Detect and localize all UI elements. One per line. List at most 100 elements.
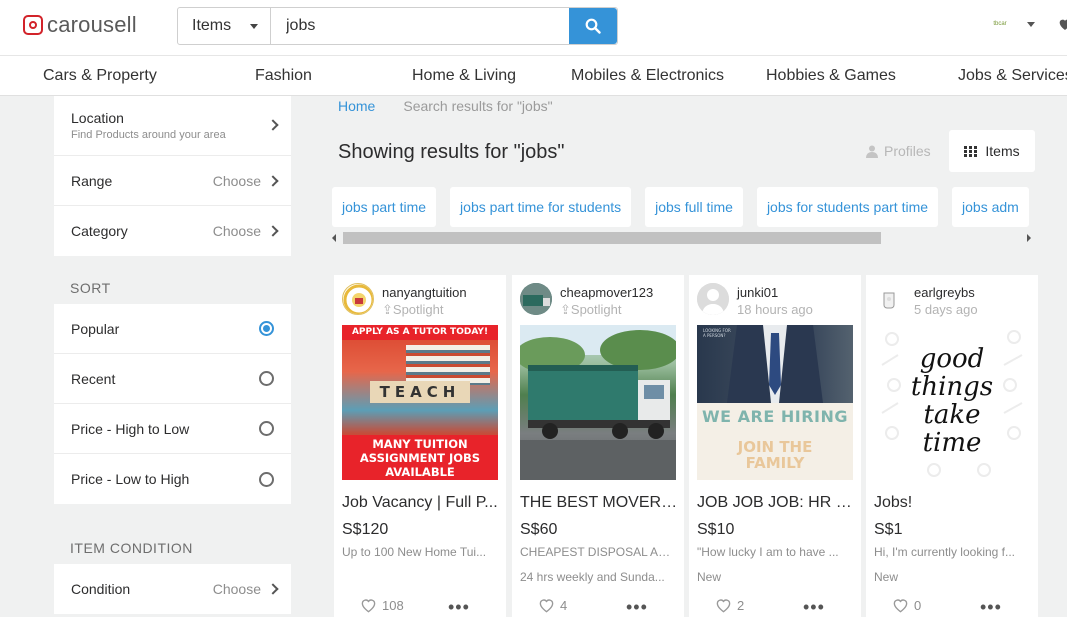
caret-down-icon: [250, 24, 258, 29]
heart-outline-icon: [893, 599, 908, 613]
condition-section-title: ITEM CONDITION: [54, 504, 291, 564]
nav-fashion[interactable]: Fashion: [255, 67, 312, 85]
search-category-select[interactable]: Items: [178, 8, 271, 44]
seller-avatar[interactable]: [520, 283, 552, 315]
search-icon: [585, 18, 601, 34]
listing-image[interactable]: good things take time: [874, 325, 1030, 480]
search-bar: Items: [177, 7, 618, 45]
likes-heart-icon[interactable]: [1057, 16, 1067, 32]
listing-description: CHEAPEST DISPOSAL AN...: [520, 545, 676, 559]
chevron-right-icon: [267, 119, 279, 131]
chips-scrollbar[interactable]: [332, 230, 1036, 246]
listing-image[interactable]: APPLY AS A TUTOR TODAY! TEACH MANY TUITI…: [342, 325, 498, 480]
search-input[interactable]: [271, 8, 569, 44]
listing-title[interactable]: Jobs!: [874, 494, 1034, 512]
seller-avatar[interactable]: [342, 283, 374, 315]
nav-jobs-services[interactable]: Jobs & Services: [958, 67, 1067, 85]
listing-card[interactable]: earlgreybs 5 days ago good things take t…: [866, 275, 1038, 617]
radio-icon[interactable]: [259, 371, 274, 386]
radio-selected-icon[interactable]: [259, 321, 274, 336]
sort-option-price-high-low[interactable]: Price - High to Low: [54, 404, 291, 454]
nav-mobiles-electronics[interactable]: Mobiles & Electronics: [571, 67, 724, 85]
logo-text: carousell: [47, 12, 137, 37]
like-button[interactable]: 2: [715, 598, 744, 613]
suggestion-chip[interactable]: jobs full time: [645, 187, 743, 227]
image-word-blocks: TEACH: [370, 381, 470, 403]
person-icon: [866, 145, 878, 158]
suggestion-chip[interactable]: jobs adm: [952, 187, 1029, 227]
radio-icon[interactable]: [259, 471, 274, 487]
scroll-left-arrow-icon[interactable]: [332, 234, 336, 242]
category-label: Category: [71, 223, 128, 239]
sort-option-label: Price - Low to High: [71, 471, 190, 487]
chevron-right-icon: [267, 225, 279, 237]
search-button[interactable]: [569, 8, 617, 44]
listing-title[interactable]: JOB JOB JOB: HR R...: [697, 494, 857, 512]
radio-icon[interactable]: [259, 421, 274, 436]
seller-avatar[interactable]: [874, 283, 906, 315]
spotlight-tag: ⇪Spotlight: [382, 302, 444, 318]
range-label: Range: [71, 172, 113, 189]
listing-description: Hi, I'm currently looking f...: [874, 545, 1015, 559]
seller-name[interactable]: junki01: [737, 285, 778, 300]
nav-cars-property[interactable]: Cars & Property: [43, 67, 157, 85]
more-options-icon[interactable]: •••: [626, 597, 648, 617]
listing-card[interactable]: junki01 18 hours ago LOOKING FOR A PERSO…: [689, 275, 861, 617]
range-filter[interactable]: Range Choose: [54, 156, 291, 206]
location-filter[interactable]: Location Find Products around your area: [54, 96, 291, 156]
like-button[interactable]: 4: [538, 598, 567, 613]
chevron-right-icon: [267, 174, 279, 187]
breadcrumb: Home Search results for "jobs": [338, 98, 553, 114]
suggestion-chip[interactable]: jobs for students part time: [756, 187, 939, 227]
listing-condition: New: [874, 570, 899, 584]
nav-hobbies-games[interactable]: Hobbies & Games: [766, 67, 896, 85]
listing-image[interactable]: [520, 325, 676, 480]
nav-home-living[interactable]: Home & Living: [412, 67, 516, 85]
listing-time: 18 hours ago: [737, 302, 813, 317]
more-options-icon[interactable]: •••: [448, 597, 470, 617]
cup-avatar-icon: [874, 283, 906, 315]
image-headline: WE ARE HIRING: [702, 407, 848, 426]
sort-panel: Popular Recent Price - High to Low Price…: [54, 304, 291, 504]
listing-description: Up to 100 New Home Tui...: [342, 545, 487, 559]
tuition-badge-icon: [343, 284, 373, 314]
logo[interactable]: carousell: [23, 12, 137, 38]
seller-avatar[interactable]: [697, 283, 729, 315]
profiles-toggle-button[interactable]: Profiles: [866, 143, 931, 159]
sort-option-popular[interactable]: Popular: [54, 304, 291, 354]
category-filter[interactable]: Category Choose: [54, 206, 291, 256]
seller-name[interactable]: nanyangtuition: [382, 285, 467, 300]
suggestion-chip[interactable]: jobs part time for students: [450, 187, 632, 227]
suggestion-chips: jobs part time jobs part time for student…: [332, 187, 1036, 227]
spotlight-label: Spotlight: [570, 302, 622, 317]
seller-name[interactable]: cheapmover123: [560, 285, 653, 300]
suggestion-chip[interactable]: jobs part time: [332, 187, 437, 227]
more-options-icon[interactable]: •••: [803, 597, 825, 617]
seller-name[interactable]: earlgreybs: [914, 285, 975, 300]
listing-title[interactable]: Job Vacancy | Full P...: [342, 494, 502, 512]
items-toggle-button[interactable]: Items: [949, 130, 1035, 172]
account-menu-caret-icon[interactable]: [1027, 21, 1035, 27]
like-button[interactable]: 0: [892, 598, 921, 613]
more-options-icon[interactable]: •••: [980, 597, 1002, 617]
listing-card[interactable]: cheapmover123 ⇪Spotlight THE BEST MOVERS…: [512, 275, 684, 617]
listing-price: S$10: [697, 521, 735, 538]
scrollbar-thumb[interactable]: [343, 232, 881, 244]
scroll-right-arrow-icon[interactable]: [1027, 234, 1031, 242]
heart-outline-icon: [539, 599, 554, 613]
spotlight-tag: ⇪Spotlight: [560, 302, 622, 318]
search-category-value: Items: [192, 17, 232, 34]
default-avatar-icon: [697, 283, 729, 315]
listing-title[interactable]: THE BEST MOVERS ...: [520, 494, 680, 512]
like-button[interactable]: 108: [360, 598, 404, 613]
location-subtitle: Find Products around your area: [71, 129, 226, 141]
user-avatar[interactable]: tbcar: [991, 15, 1009, 33]
breadcrumb-home-link[interactable]: Home: [338, 98, 375, 114]
chevron-right-icon: [267, 583, 279, 595]
spotlight-icon: ⇪: [560, 302, 571, 317]
sort-option-price-low-high[interactable]: Price - Low to High: [54, 454, 291, 504]
listing-card[interactable]: nanyangtuition ⇪Spotlight APPLY AS A TUT…: [334, 275, 506, 617]
listing-image[interactable]: LOOKING FOR A PERSON? WE ARE HIRING JOIN…: [697, 325, 853, 480]
sort-option-recent[interactable]: Recent: [54, 354, 291, 404]
condition-filter[interactable]: Condition Choose: [54, 564, 291, 614]
